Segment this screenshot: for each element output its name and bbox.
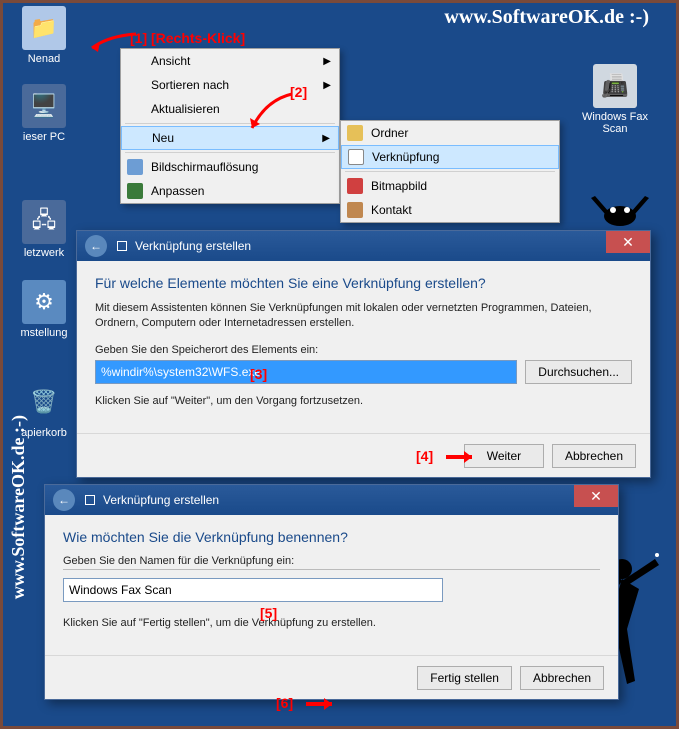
menu-separator <box>125 123 335 124</box>
browse-button[interactable]: Durchsuchen... <box>525 360 632 384</box>
wizard-heading: Für welche Elemente möchten Sie eine Ver… <box>95 275 632 291</box>
annotation-arrow-2 <box>246 92 296 134</box>
wizard-heading: Wie möchten Sie die Verknüpfung benennen… <box>63 529 600 545</box>
finish-button[interactable]: Fertig stellen <box>417 666 512 690</box>
titlebar-text: Verknüpfung erstellen <box>103 493 219 507</box>
shortcut-titlebar-icon <box>85 495 95 505</box>
menu-separator <box>345 171 555 172</box>
annotation-2: [2] <box>290 84 307 100</box>
back-button[interactable]: ← <box>53 489 75 511</box>
desktop-icon-pc[interactable]: 🖥️ieser PC <box>6 84 82 143</box>
folder-icon: 📁 <box>22 6 66 50</box>
annotation-arrow-6 <box>304 695 338 713</box>
menu-item-resolution[interactable]: Bildschirmauflösung <box>121 155 339 179</box>
annotation-6: [6] <box>276 695 293 711</box>
annotation-5: [5] <box>260 605 277 621</box>
titlebar-text: Verknüpfung erstellen <box>135 239 251 253</box>
chevron-right-icon: ▶ <box>323 80 331 91</box>
computer-icon: 🖥️ <box>22 84 66 128</box>
wizard-hint: Klicken Sie auf "Weiter", um den Vorgang… <box>95 394 632 409</box>
desktop-icon-fax-scan[interactable]: 📠Windows Fax Scan <box>577 64 653 135</box>
wizard-create-shortcut-2: ← Verknüpfung erstellen ✕ Wie möchten Si… <box>44 484 619 700</box>
context-menu-desktop: Ansicht▶ Sortieren nach▶ Aktualisieren N… <box>120 48 340 204</box>
location-input[interactable] <box>95 360 517 384</box>
menu-item-personalize[interactable]: Anpassen <box>121 179 339 203</box>
close-button[interactable]: ✕ <box>606 231 650 253</box>
personalize-icon <box>127 183 143 199</box>
annotation-1: [1] [Rechts-Klick] <box>130 30 245 46</box>
chevron-right-icon: ▶ <box>323 56 331 67</box>
menu-item-bitmap[interactable]: Bitmapbild <box>341 174 559 198</box>
network-icon: 🖧 <box>22 200 66 244</box>
menu-item-new[interactable]: Neu▶ <box>121 126 339 150</box>
wizard-description: Mit diesem Assistenten können Sie Verknü… <box>95 301 632 332</box>
annotation-arrow-4 <box>444 448 478 466</box>
annotation-3: [3] <box>250 366 267 382</box>
titlebar[interactable]: ← Verknüpfung erstellen ✕ <box>45 485 618 515</box>
fax-icon: 📠 <box>593 64 637 108</box>
control-panel-icon: ⚙ <box>22 280 66 324</box>
display-icon <box>127 159 143 175</box>
shortcut-titlebar-icon <box>117 241 127 251</box>
desktop-icon-network[interactable]: 🖧letzwerk <box>6 200 82 259</box>
menu-separator <box>125 152 335 153</box>
decorative-figure <box>585 186 655 236</box>
menu-item-folder[interactable]: Ordner <box>341 121 559 145</box>
desktop-icon-user[interactable]: 📁Nenad <box>6 6 82 65</box>
menu-item-view[interactable]: Ansicht▶ <box>121 49 339 73</box>
menu-item-refresh[interactable]: Aktualisieren <box>121 97 339 121</box>
back-button[interactable]: ← <box>85 235 107 257</box>
menu-item-shortcut[interactable]: Verknüpfung <box>341 145 559 169</box>
context-menu-new: Ordner Verknüpfung Bitmapbild Kontakt <box>340 120 560 223</box>
watermark-left: www.SoftwareOK.de :-) <box>8 415 29 599</box>
watermark-top: www.SoftwareOK.de :-) <box>444 6 649 29</box>
wizard-hint: Klicken Sie auf "Fertig stellen", um die… <box>63 616 600 631</box>
name-label: Geben Sie den Namen für die Verknüpfung … <box>63 555 600 570</box>
contact-icon <box>347 202 363 218</box>
cancel-button[interactable]: Abbrechen <box>520 666 604 690</box>
close-button[interactable]: ✕ <box>574 485 618 507</box>
menu-item-contact[interactable]: Kontakt <box>341 198 559 222</box>
wizard-create-shortcut-1: ← Verknüpfung erstellen ✕ Für welche Ele… <box>76 230 651 478</box>
chevron-right-icon: ▶ <box>322 133 330 144</box>
name-input[interactable] <box>63 578 443 602</box>
shortcut-icon <box>348 149 364 165</box>
titlebar[interactable]: ← Verknüpfung erstellen ✕ <box>77 231 650 261</box>
folder-icon <box>347 125 363 141</box>
desktop-icon-control[interactable]: ⚙mstellung <box>6 280 82 339</box>
location-label: Geben Sie den Speicherort des Elements e… <box>95 344 632 356</box>
cancel-button[interactable]: Abbrechen <box>552 444 636 468</box>
annotation-4: [4] <box>416 448 433 464</box>
bitmap-icon <box>347 178 363 194</box>
